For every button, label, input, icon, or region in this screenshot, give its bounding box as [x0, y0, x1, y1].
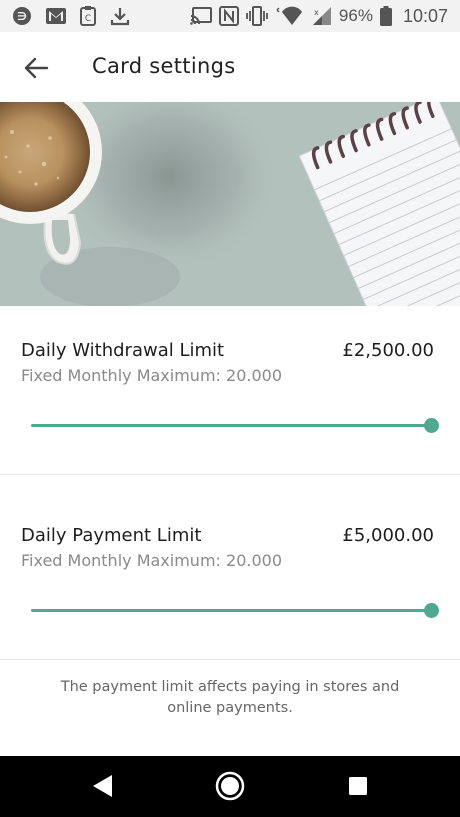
nav-recents-button[interactable] — [340, 768, 376, 804]
payment-slider-thumb[interactable] — [424, 603, 439, 618]
battery-icon — [379, 6, 392, 26]
nav-back-button[interactable] — [84, 768, 120, 804]
status-bar: ∋ C x 96% 10:07 — [0, 0, 460, 32]
payment-limit-note: The payment limit affects paying in stor… — [60, 679, 400, 716]
notification-icons: ∋ C — [0, 6, 130, 26]
withdrawal-slider-track — [31, 424, 431, 427]
svg-text:C: C — [85, 14, 91, 24]
wifi-icon — [275, 6, 305, 26]
withdrawal-limit-title: Daily Withdrawal Limit — [21, 340, 225, 361]
recents-square-icon — [349, 777, 367, 795]
withdrawal-limit-amount: £2,500.00 — [342, 340, 434, 361]
withdrawal-slider-thumb[interactable] — [424, 418, 439, 433]
app-notification-icon: ∋ — [12, 6, 32, 26]
arrow-left-icon — [24, 57, 49, 79]
cast-icon — [190, 7, 212, 25]
battery-percent: 96% — [338, 6, 373, 25]
payment-limit-section: Daily Payment Limit £5,000.00 Fixed Mont… — [0, 491, 460, 660]
withdrawal-limit-slider[interactable] — [31, 418, 439, 434]
signal-icon: x — [312, 6, 332, 26]
payment-slider-track — [31, 609, 431, 612]
hero-banner-image — [0, 102, 460, 306]
payment-limit-subtitle: Fixed Monthly Maximum: 20.000 — [21, 551, 282, 570]
home-circle-icon — [215, 771, 245, 801]
clock: 10:07 — [402, 5, 448, 26]
app-bar: Card settings — [0, 32, 460, 102]
payment-limit-slider[interactable] — [31, 603, 439, 619]
gmail-icon — [46, 8, 66, 24]
svg-text:∋: ∋ — [17, 10, 27, 23]
download-icon — [110, 6, 130, 26]
clipboard-icon: C — [80, 6, 96, 26]
payment-limit-amount: £5,000.00 — [342, 525, 434, 546]
system-icons: x 96% 10:07 — [190, 0, 448, 32]
nfc-icon — [218, 6, 239, 26]
page-title: Card settings — [92, 54, 236, 78]
back-button[interactable] — [20, 52, 52, 84]
back-triangle-icon — [93, 775, 112, 797]
vibrate-icon — [246, 6, 268, 26]
payment-limit-title: Daily Payment Limit — [21, 525, 202, 546]
withdrawal-limit-section: Daily Withdrawal Limit £2,500.00 Fixed M… — [0, 306, 460, 475]
nav-home-button[interactable] — [212, 768, 248, 804]
svg-text:x: x — [314, 8, 319, 17]
withdrawal-limit-subtitle: Fixed Monthly Maximum: 20.000 — [21, 366, 282, 385]
system-navigation-bar — [0, 756, 460, 817]
